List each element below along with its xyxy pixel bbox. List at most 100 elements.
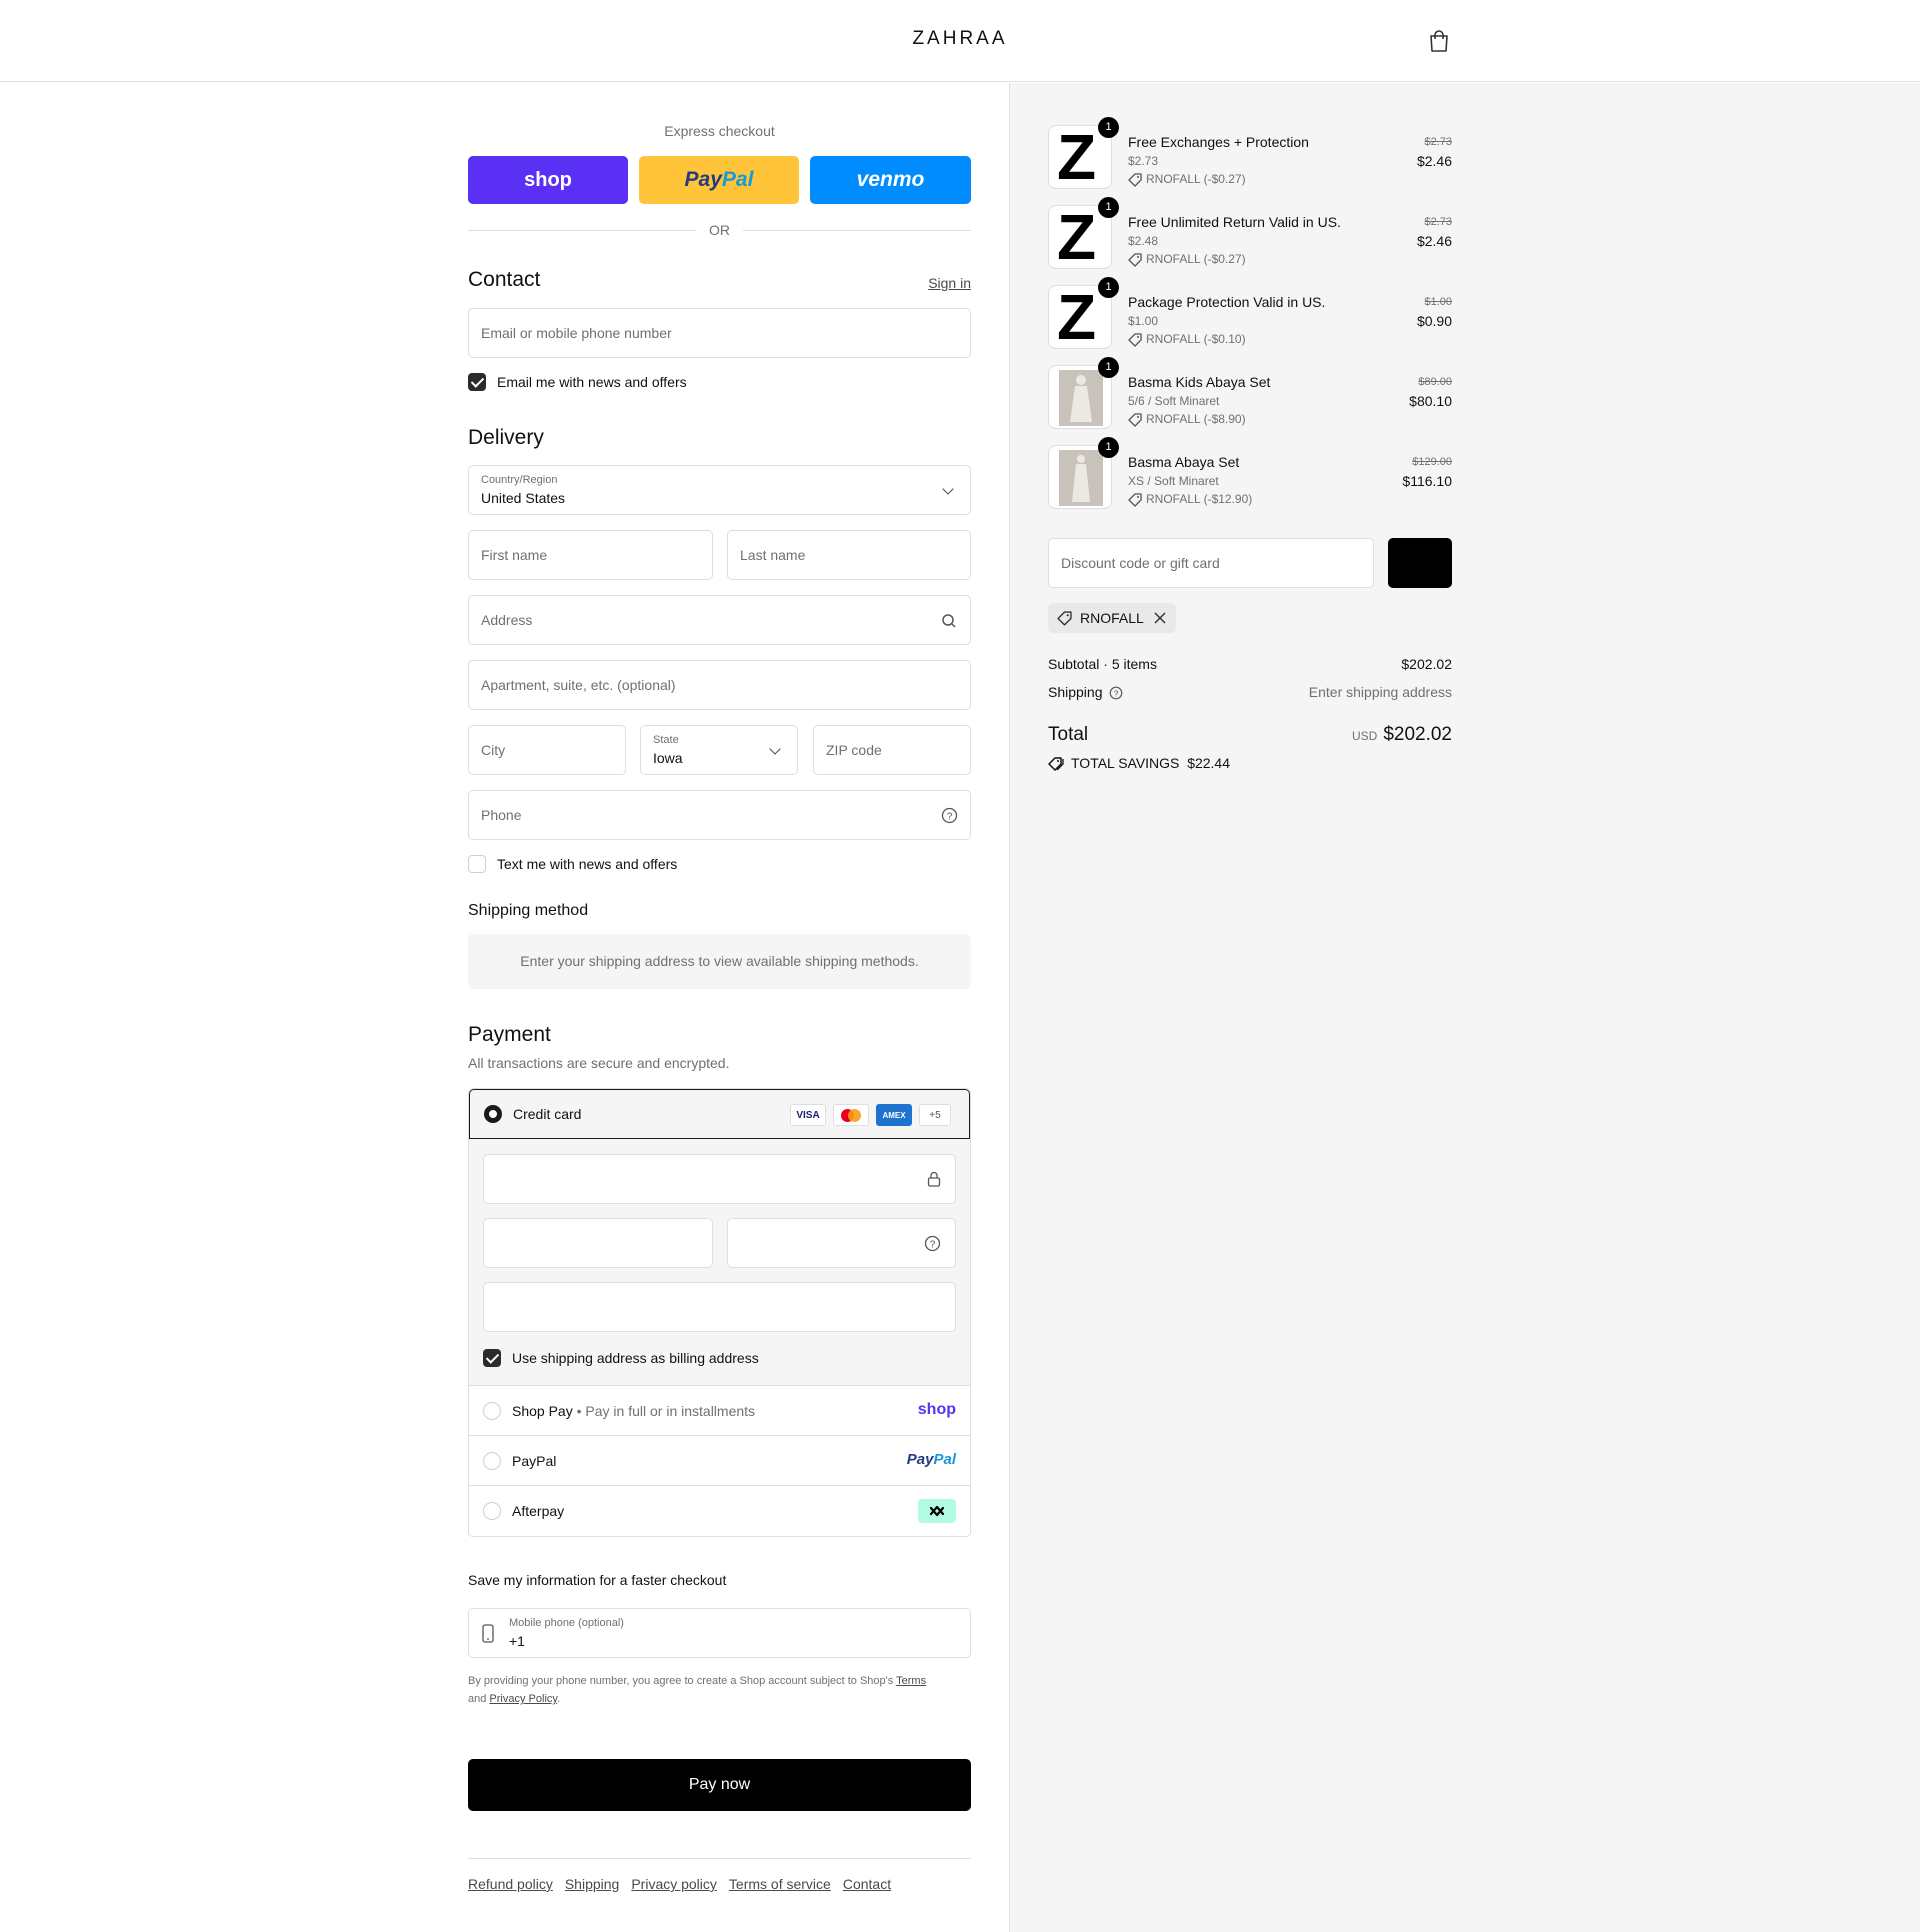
chevron-down-icon (769, 743, 781, 755)
original-price: $129.00 (1412, 456, 1452, 468)
item-subtitle: $2.73 (1128, 154, 1159, 168)
terms-of-service-link[interactable]: Terms of service (729, 1876, 831, 1892)
name-on-card-field[interactable] (483, 1282, 956, 1332)
refund-policy-link[interactable]: Refund policy (468, 1876, 553, 1892)
total-value: $202.02 (1383, 724, 1452, 745)
help-icon[interactable]: ? (941, 807, 958, 824)
savings-value: $22.44 (1187, 755, 1231, 771)
paypal-express-button[interactable]: PayPal (639, 156, 799, 204)
country-select[interactable]: Country/Region United States (468, 465, 971, 515)
payment-methods: Credit card VISA AMEX +5 ? Use shipping … (468, 1088, 971, 1537)
state-select[interactable]: State Iowa (640, 725, 798, 775)
item-name: Basma Abaya Set (1128, 454, 1240, 470)
apartment-field[interactable]: Apartment, suite, etc. (optional) (468, 660, 971, 710)
email-news-checkbox[interactable] (468, 373, 486, 391)
paypal-logo: PayPal (906, 1451, 956, 1468)
payment-subtitle: All transactions are secure and encrypte… (468, 1055, 730, 1071)
shop-pay-radio[interactable] (483, 1402, 501, 1420)
original-price: $89.00 (1418, 376, 1452, 388)
svg-text:?: ? (947, 812, 953, 823)
shopping-bag-icon[interactable] (1428, 29, 1450, 53)
terms-link[interactable]: Terms (896, 1675, 926, 1687)
shipping-label: Shipping (1048, 684, 1103, 700)
svg-text:?: ? (1114, 690, 1119, 699)
amex-icon: AMEX (876, 1104, 912, 1126)
site-header: ZAHRAA (0, 0, 1920, 82)
item-subtitle: $1.00 (1128, 314, 1159, 328)
text-news-checkbox[interactable] (468, 855, 486, 873)
privacy-policy-link[interactable]: Privacy Policy (489, 1693, 557, 1705)
billing-address-checkbox[interactable] (483, 1349, 501, 1367)
item-price: $2.46 (1416, 153, 1452, 169)
privacy-policy-footer-link[interactable]: Privacy policy (631, 1876, 717, 1892)
help-icon[interactable]: ? (924, 1235, 941, 1252)
contact-heading: Contact (468, 268, 541, 291)
security-code-field[interactable]: ? (727, 1218, 956, 1268)
contact-link[interactable]: Contact (843, 1876, 891, 1892)
save-info-heading: Save my information for a faster checkou… (468, 1572, 727, 1588)
brand-logo[interactable]: ZAHRAA (0, 28, 1920, 50)
shop-pay-option[interactable]: Shop Pay • Pay in full or in installment… (469, 1385, 970, 1435)
paypal-logo: PayPal (684, 168, 754, 191)
tag-icon (1057, 611, 1072, 626)
venmo-express-button[interactable]: venmo (810, 156, 971, 204)
visa-icon: VISA (790, 1104, 826, 1126)
subtotal-value: $202.02 (1401, 656, 1452, 672)
item-name: Basma Kids Abaya Set (1128, 374, 1271, 390)
quantity-badge: 1 (1098, 437, 1119, 458)
credit-card-form: ? Use shipping address as billing addres… (469, 1139, 970, 1385)
item-subtitle: $2.48 (1128, 234, 1159, 248)
payment-heading: Payment (468, 1023, 551, 1046)
svg-text:?: ? (930, 1240, 936, 1251)
close-icon[interactable] (1154, 612, 1166, 624)
mastercard-icon (833, 1104, 869, 1126)
city-field[interactable]: City (468, 725, 626, 775)
shipping-method-heading: Shipping method (468, 902, 589, 919)
order-summary-panel (1009, 83, 1920, 1932)
credit-card-option[interactable]: Credit card VISA AMEX +5 (469, 1089, 970, 1139)
first-name-field[interactable]: First name (468, 530, 713, 580)
credit-card-radio[interactable] (484, 1105, 502, 1123)
cart-item: 1 Basma Kids Abaya Set 5/6 / Soft Minare… (1048, 357, 1452, 435)
quantity-badge: 1 (1098, 357, 1119, 378)
savings-label: TOTAL SAVINGS (1071, 755, 1180, 771)
pay-now-button[interactable]: Pay now (468, 1759, 971, 1811)
item-price: $116.10 (1402, 473, 1452, 489)
afterpay-label: Afterpay (512, 1503, 565, 1519)
paypal-radio[interactable] (483, 1452, 501, 1470)
afterpay-option[interactable]: Afterpay (469, 1485, 970, 1535)
cart-item: 1 Basma Abaya Set XS / Soft Minaret RNOF… (1048, 437, 1452, 515)
tag-icon (1128, 173, 1142, 187)
shop-pay-label: Shop Pay • Pay in full or in installment… (512, 1403, 756, 1419)
applied-code: RNOFALL (1080, 610, 1144, 626)
paypal-option[interactable]: PayPal PayPal (469, 1435, 970, 1485)
tag-icon (1128, 333, 1142, 347)
total-savings-row: TOTAL SAVINGS $22.44 (1048, 755, 1452, 772)
mobile-phone-field[interactable]: Mobile phone (optional) +1 (468, 1608, 971, 1658)
original-price: $1.00 (1424, 296, 1452, 308)
card-number-field[interactable] (483, 1154, 956, 1204)
shop-pay-express-button[interactable]: shop (468, 156, 628, 204)
tag-icon (1128, 253, 1142, 267)
footer-links: Refund policy Shipping Privacy policy Terms… (468, 1876, 903, 1892)
zip-field[interactable]: ZIP code (813, 725, 971, 775)
more-cards-badge: +5 (919, 1104, 951, 1126)
email-field[interactable]: Email or mobile phone number (468, 308, 971, 358)
last-name-field[interactable]: Last name (727, 530, 971, 580)
apply-discount-button[interactable] (1388, 538, 1452, 588)
lock-icon (927, 1171, 941, 1187)
original-price: $2.73 (1424, 216, 1452, 228)
item-discount: RNOFALL (-$12.90) (1128, 492, 1252, 507)
shipping-policy-link[interactable]: Shipping (565, 1876, 620, 1892)
quantity-badge: 1 (1098, 277, 1119, 298)
savings-tag-icon (1048, 757, 1064, 771)
afterpay-radio[interactable] (483, 1502, 501, 1520)
search-icon (942, 614, 956, 628)
expiration-field[interactable] (483, 1218, 713, 1268)
help-icon[interactable]: ? (1109, 686, 1123, 700)
item-name: Package Protection Valid in US. (1128, 294, 1326, 310)
address-field[interactable]: Address (468, 595, 971, 645)
sign-in-link[interactable]: Sign in (928, 275, 971, 291)
discount-code-field[interactable]: Discount code or gift card (1048, 538, 1374, 588)
phone-field[interactable]: Phone ? (468, 790, 971, 840)
